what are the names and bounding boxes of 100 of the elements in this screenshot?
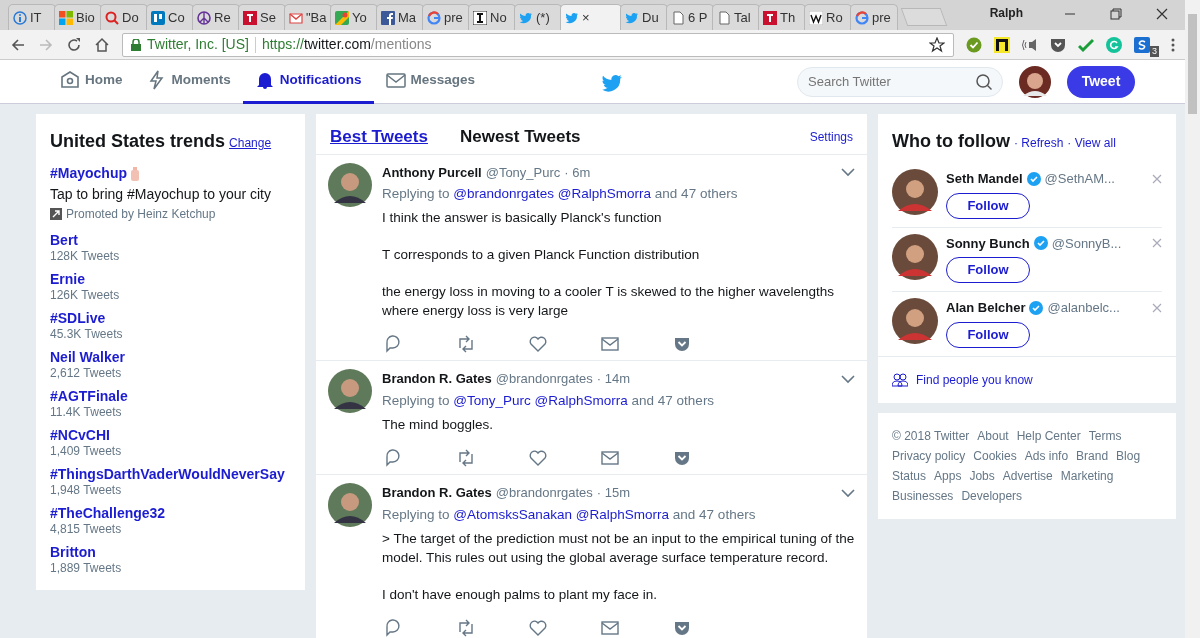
- mention-link[interactable]: @RalphSmorra: [534, 392, 628, 408]
- avatar[interactable]: [892, 233, 938, 280]
- footer-link[interactable]: Privacy policy: [892, 446, 966, 465]
- trend-link[interactable]: #AGTFinale: [50, 387, 291, 405]
- caret-icon[interactable]: [841, 374, 855, 384]
- back-icon[interactable]: [10, 36, 26, 53]
- speaker-icon[interactable]: [1022, 36, 1038, 53]
- browser-tab[interactable]: (*): [514, 4, 562, 30]
- browser-tab[interactable]: "Ba: [284, 4, 332, 30]
- author-name[interactable]: Brandon R. Gates: [382, 369, 492, 389]
- footer-link[interactable]: Marketing: [1060, 466, 1114, 485]
- footer-link[interactable]: Jobs: [969, 466, 995, 485]
- browser-tab[interactable]: IT: [8, 4, 56, 30]
- browser-tab[interactable]: Re: [192, 4, 240, 30]
- tweet-button[interactable]: Tweet: [1067, 65, 1135, 98]
- home-icon[interactable]: [94, 36, 110, 53]
- mention-link[interactable]: @AtomsksSanakan: [453, 506, 573, 522]
- close-icon[interactable]: [1155, 7, 1169, 21]
- browser-tab[interactable]: Tal: [712, 4, 760, 30]
- author-name[interactable]: Brandon R. Gates: [382, 483, 492, 503]
- follow-button[interactable]: Follow: [946, 192, 1030, 219]
- tweet-time[interactable]: · 15m: [596, 483, 631, 503]
- check-circle-icon[interactable]: [966, 36, 982, 53]
- footer-link[interactable]: Status: [892, 466, 927, 485]
- avatar[interactable]: [892, 298, 938, 344]
- footer-link[interactable]: Help Center: [1016, 426, 1081, 445]
- people-icon[interactable]: [892, 372, 908, 387]
- retweet-icon[interactable]: [456, 617, 476, 638]
- heart-icon[interactable]: [528, 448, 548, 468]
- account-name[interactable]: Seth Mandel: [946, 169, 1023, 189]
- browser-tab[interactable]: Th: [758, 4, 806, 30]
- pocket-icon[interactable]: [1050, 36, 1066, 53]
- nav-tab[interactable]: Home: [48, 59, 135, 104]
- caret-icon[interactable]: [841, 167, 855, 178]
- find-people-link[interactable]: Find people you know: [916, 370, 1033, 389]
- timeline-tab[interactable]: Best Tweets: [330, 124, 428, 150]
- reload-icon[interactable]: [66, 36, 82, 53]
- footer-link[interactable]: Blog: [1116, 446, 1141, 465]
- browser-tab[interactable]: pre: [422, 4, 470, 30]
- footer-link[interactable]: Businesses: [892, 486, 954, 505]
- bracket-icon[interactable]: [994, 36, 1010, 53]
- footer-link[interactable]: Brand: [1076, 446, 1109, 465]
- refresh-link[interactable]: · Refresh: [1013, 134, 1064, 152]
- browser-tab[interactable]: Ro: [804, 4, 852, 30]
- nav-tab[interactable]: Messages: [373, 59, 488, 104]
- caret-icon[interactable]: [841, 487, 855, 498]
- browser-tab[interactable]: ×: [560, 4, 622, 30]
- more-icon[interactable]: [1171, 36, 1175, 53]
- trend-link[interactable]: Ernie: [50, 270, 291, 288]
- timeline-tab[interactable]: Newest Tweets: [459, 124, 581, 150]
- address-bar[interactable]: Twitter, Inc. [US] https://twitter.com/mentions: [122, 32, 954, 57]
- trend-link[interactable]: #TheChallenge32: [50, 504, 291, 522]
- settings-link[interactable]: Settings: [809, 127, 853, 146]
- avatar[interactable]: [328, 483, 372, 527]
- view-all-link[interactable]: · View all: [1067, 134, 1116, 152]
- tweet-time[interactable]: · 6m: [564, 162, 591, 182]
- browser-tab[interactable]: No: [468, 4, 516, 30]
- trend-link[interactable]: Neil Walker: [50, 348, 291, 366]
- account-name[interactable]: Alan Belcher: [946, 298, 1026, 318]
- trend-link[interactable]: #NCvCHI: [50, 426, 291, 444]
- browser-tab[interactable]: Ma: [376, 4, 424, 30]
- scrollbar[interactable]: [1185, 0, 1200, 638]
- trend-link[interactable]: #ThingsDarthVaderWouldNeverSay: [50, 465, 291, 483]
- follow-button[interactable]: Follow: [946, 257, 1030, 283]
- mention-link[interactable]: @RalphSmorra: [575, 506, 670, 522]
- browser-tab[interactable]: Yo: [330, 4, 378, 30]
- envelope-icon[interactable]: [600, 448, 620, 468]
- url-text[interactable]: https://twitter.com/mentions: [261, 34, 432, 55]
- browser-tab[interactable]: Du: [620, 4, 668, 30]
- browser-tab[interactable]: 6 P: [666, 4, 714, 30]
- search-field[interactable]: Search Twitter: [797, 66, 1003, 97]
- mention-link[interactable]: @RalphSmorra: [557, 186, 652, 201]
- browser-tab[interactable]: Bio: [54, 4, 102, 30]
- footer-link[interactable]: © 2018 Twitter: [892, 426, 970, 445]
- search-icon[interactable]: [975, 72, 993, 91]
- nav-tab[interactable]: Notifications: [242, 59, 374, 104]
- profile-name[interactable]: Ralph: [989, 4, 1023, 22]
- footer-link[interactable]: Developers: [961, 486, 1023, 505]
- s-square-icon[interactable]: [1134, 36, 1150, 53]
- check-icon[interactable]: [1078, 36, 1094, 53]
- follow-button[interactable]: Follow: [946, 321, 1030, 348]
- browser-tab[interactable]: pre: [850, 4, 898, 30]
- avatar[interactable]: [328, 162, 372, 207]
- footer-link[interactable]: Terms: [1088, 426, 1122, 445]
- restore-icon[interactable]: [1109, 7, 1123, 21]
- nav-tab[interactable]: Moments: [134, 59, 243, 104]
- retweet-icon[interactable]: [456, 334, 476, 355]
- avatar[interactable]: [892, 169, 938, 215]
- footer-link[interactable]: Ads info: [1024, 446, 1069, 465]
- browser-tab[interactable]: Co: [146, 4, 194, 30]
- trend-link[interactable]: Bert: [50, 231, 291, 249]
- footer-link[interactable]: Advertise: [1002, 466, 1053, 485]
- heart-icon[interactable]: [528, 617, 548, 638]
- trend-link[interactable]: #SDLive: [50, 309, 291, 327]
- star-icon[interactable]: [929, 36, 945, 53]
- account-name[interactable]: Sonny Bunch: [946, 233, 1030, 253]
- mention-link[interactable]: @brandonrgates: [453, 186, 555, 201]
- avatar[interactable]: [328, 369, 372, 414]
- mention-link[interactable]: @Tony_Purc: [453, 392, 531, 408]
- tweet-time[interactable]: · 14m: [596, 369, 631, 389]
